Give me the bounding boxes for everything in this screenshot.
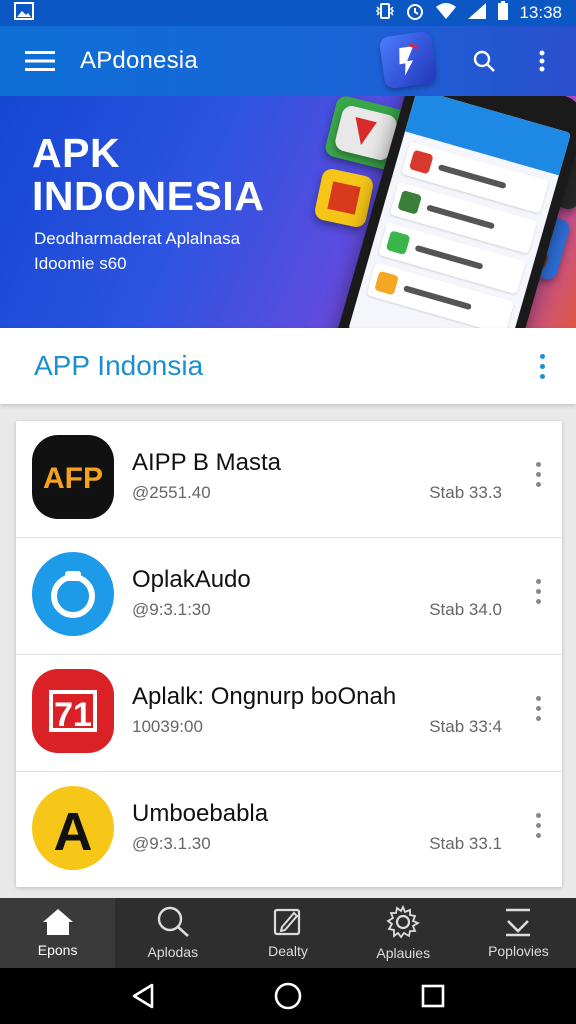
nav-item-edit[interactable]: Dealty [230, 898, 345, 968]
svg-text:71: 71 [54, 696, 92, 734]
system-nav-bar [0, 968, 576, 1024]
edit-icon [272, 907, 304, 937]
download-icon [502, 907, 534, 937]
app-icon: A [32, 786, 114, 870]
app-title: APdonesia [80, 47, 198, 74]
more-vert-icon[interactable] [528, 574, 548, 608]
nav-label: Epons [37, 942, 78, 958]
app-icon [32, 552, 114, 636]
nav-item-home[interactable]: Epons [0, 898, 116, 968]
hero-banner[interactable]: APK INDONESIA Deodharmaderat Aplalnasa I… [0, 96, 576, 328]
back-icon[interactable] [118, 971, 168, 1021]
more-vert-icon[interactable] [528, 691, 548, 725]
svg-text:AFP: AFP [43, 462, 103, 495]
nav-item-search[interactable]: Aplodas [115, 898, 230, 968]
app-bar: APdonesia [0, 26, 576, 96]
app-icon: AFP [32, 435, 114, 519]
status-bar: 13:38 [0, 0, 576, 26]
app-logo-icon [378, 30, 438, 90]
wifi-icon [435, 2, 457, 24]
section-header: APP Indonsia [0, 328, 576, 404]
more-vert-icon[interactable] [528, 808, 548, 842]
app-name: Aplalk: Ongnurp boOnah [132, 683, 397, 710]
bottom-nav: Epons Aplodas Dealty Aplauies Poplovies [0, 898, 576, 968]
hero-app-tile-icon [313, 167, 375, 229]
app-icon: 71 [32, 669, 114, 753]
search-icon [156, 906, 190, 938]
battery-icon [497, 1, 509, 25]
nav-label: Poplovies [488, 943, 549, 959]
hero-title: APK INDONESIA [32, 130, 265, 219]
list-item[interactable]: A Umboebabla @9:3.1.30 Stab 33.1 [16, 772, 562, 889]
more-vert-icon[interactable] [528, 457, 548, 491]
home-circle-icon[interactable] [263, 971, 313, 1021]
search-icon[interactable] [462, 39, 506, 83]
alarm-icon [405, 1, 425, 25]
hamburger-menu-icon[interactable] [0, 26, 80, 96]
app-meta: @9:3.1.30 [132, 834, 211, 853]
nav-item-download[interactable]: Poplovies [461, 898, 576, 968]
section-title: APP Indonsia [34, 350, 204, 381]
app-meta: @9:3.1:30 [132, 600, 211, 619]
signal-icon [467, 2, 487, 24]
image-icon [14, 1, 34, 25]
list-item[interactable]: AFP AIPP B Masta @2551.40 Stab 33.3 [16, 421, 562, 538]
status-time: 13:38 [519, 3, 562, 22]
app-name: AIPP B Masta [132, 449, 281, 476]
app-meta: 10039:00 [132, 717, 203, 736]
nav-label: Aplauies [376, 945, 431, 961]
svg-text:A: A [54, 802, 93, 856]
app-version: Stab 33:4 [429, 717, 502, 736]
section-more-icon[interactable] [530, 348, 554, 384]
app-version: Stab 34.0 [429, 600, 502, 619]
app-list: AFP AIPP B Masta @2551.40 Stab 33.3 Opla… [16, 421, 562, 887]
app-name: Umboebabla [132, 800, 269, 827]
nav-label: Dealty [268, 943, 308, 959]
app-name: OplakAudo [132, 566, 251, 593]
home-icon [42, 908, 74, 936]
app-meta: @2551.40 [132, 483, 211, 502]
more-vert-icon[interactable] [522, 39, 562, 83]
app-version: Stab 33.3 [429, 483, 502, 502]
hero-subtitle: Deodharmaderat Aplalnasa Idoomie s60 [34, 229, 241, 273]
app-version: Stab 33.1 [429, 834, 502, 853]
list-item[interactable]: 71 Aplalk: Ongnurp boOnah 10039:00 Stab … [16, 655, 562, 772]
settings-icon [386, 905, 421, 939]
list-item[interactable]: OplakAudo @9:3.1:30 Stab 34.0 [16, 538, 562, 655]
vibrate-icon [375, 2, 395, 24]
nav-item-settings[interactable]: Aplauies [346, 898, 461, 968]
recents-icon[interactable] [408, 971, 458, 1021]
nav-label: Aplodas [147, 944, 199, 960]
